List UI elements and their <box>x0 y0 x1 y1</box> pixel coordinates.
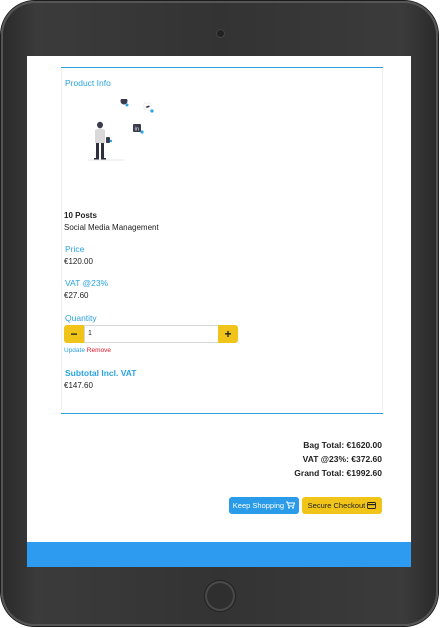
tablet-device-frame: Product Info in 10 Posts Social Media Ma… <box>1 1 438 626</box>
screen: Product Info in 10 Posts Social Media Ma… <box>27 56 411 567</box>
svg-text:in: in <box>135 127 140 133</box>
keep-shopping-button[interactable]: Keep Shopping <box>229 497 299 514</box>
footer-bar <box>27 542 411 567</box>
product-description: Social Media Management <box>64 223 159 232</box>
secure-checkout-label: Secure Checkout <box>307 501 366 510</box>
product-panel: Product Info in 10 Posts Social Media Ma… <box>61 67 383 414</box>
camera-icon <box>217 30 224 37</box>
vat-value: €27.60 <box>64 291 89 300</box>
secure-checkout-button[interactable]: Secure Checkout <box>302 497 382 514</box>
subtotal-label: Subtotal Incl. VAT <box>65 368 137 378</box>
home-button[interactable] <box>205 581 235 611</box>
keep-shopping-label: Keep Shopping <box>232 501 285 510</box>
grand-total: Grand Total: €1992.60 <box>294 468 382 478</box>
price-label: Price <box>65 244 85 254</box>
quantity-input[interactable]: 1 <box>84 325 221 343</box>
update-link[interactable]: Update <box>64 347 85 354</box>
price-value: €120.00 <box>64 257 93 266</box>
increase-quantity-button[interactable]: + <box>218 325 238 343</box>
subtotal-value: €147.60 <box>64 381 93 390</box>
cart-item-links: Update Remove <box>64 347 111 354</box>
product-name: 10 Posts <box>64 211 97 220</box>
social-media-illustration: in <box>88 99 154 161</box>
credit-card-icon <box>367 502 377 509</box>
vat-total: VAT @23%: €372.60 <box>302 454 382 464</box>
vat-label: VAT @23% <box>65 278 109 288</box>
cart-icon <box>286 501 296 509</box>
remove-link[interactable]: Remove <box>87 347 111 354</box>
decrease-quantity-button[interactable]: − <box>64 325 84 343</box>
bag-total: Bag Total: €1620.00 <box>303 440 382 450</box>
quantity-stepper: − 1 + <box>64 325 238 343</box>
quantity-label: Quantity <box>65 313 97 323</box>
product-info-heading: Product Info <box>65 78 111 88</box>
product-panel-inner: Product Info in 10 Posts Social Media Ma… <box>61 69 383 409</box>
